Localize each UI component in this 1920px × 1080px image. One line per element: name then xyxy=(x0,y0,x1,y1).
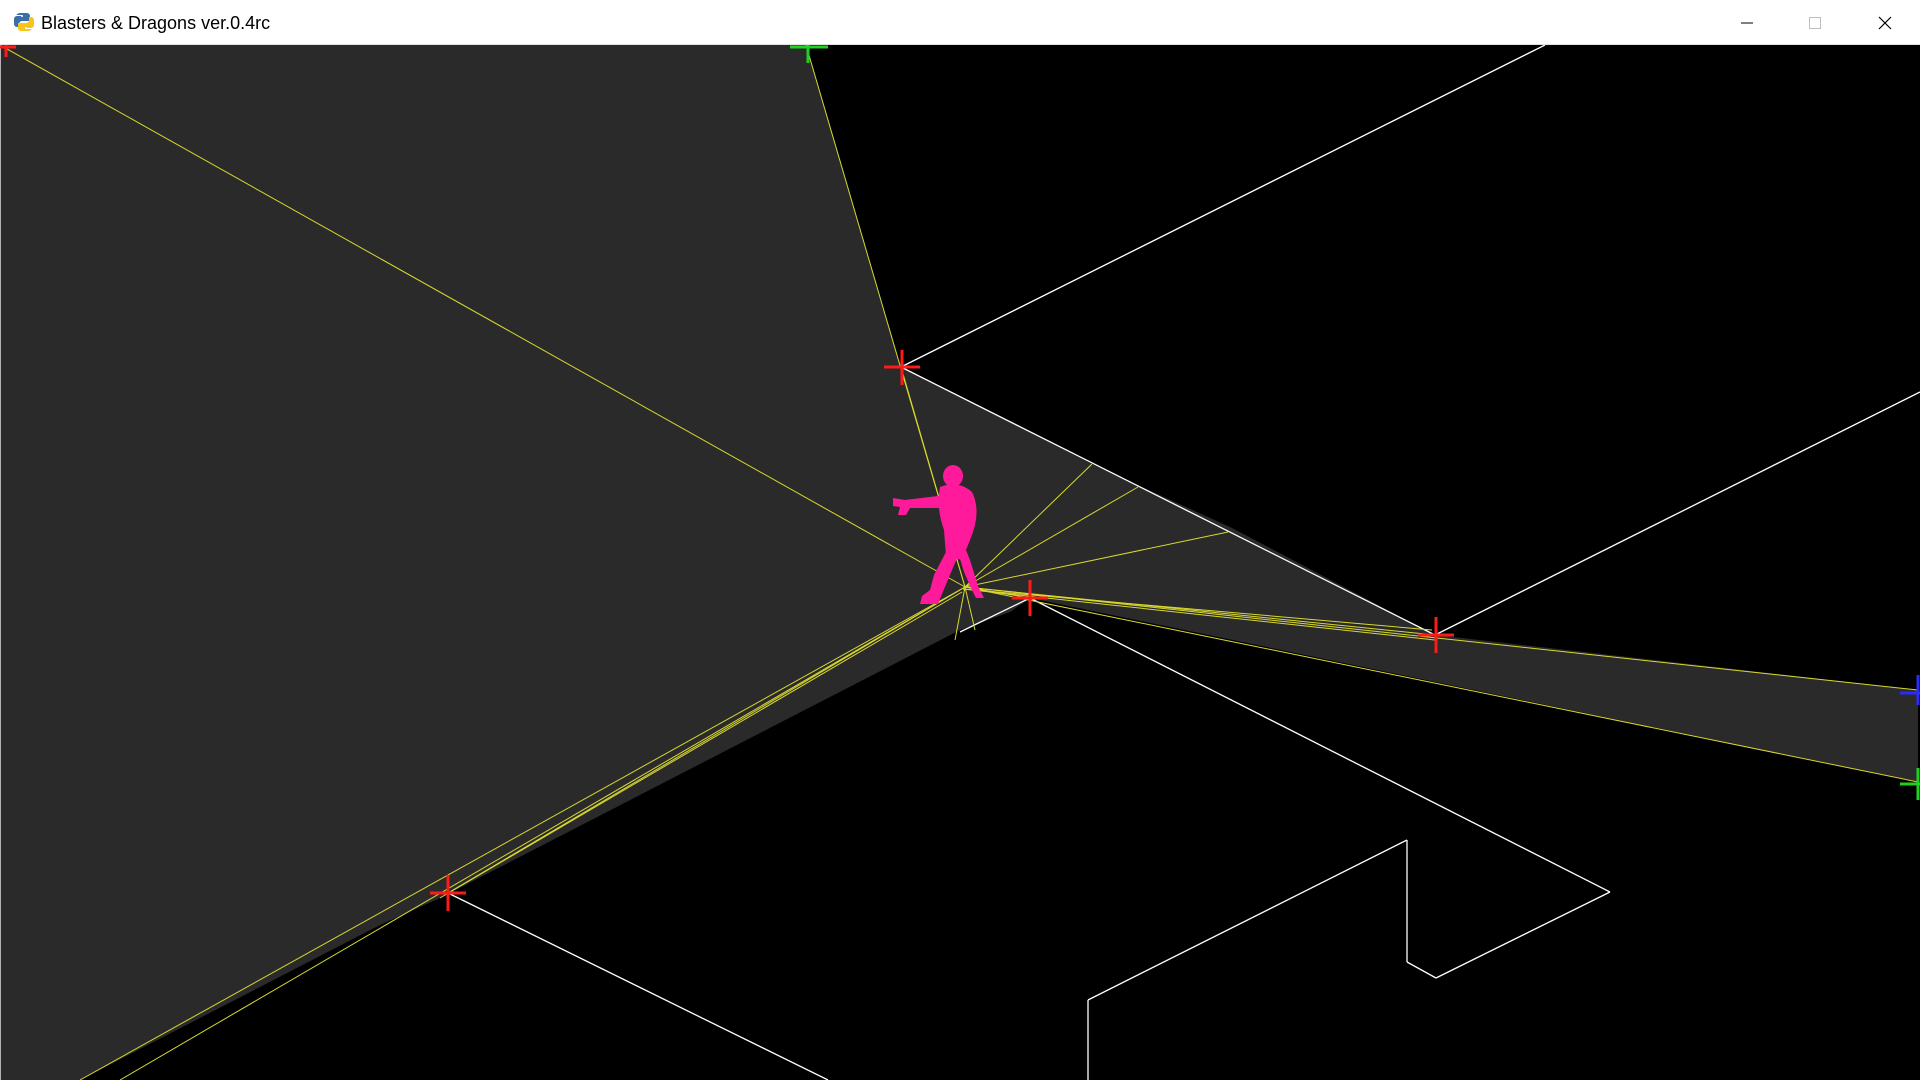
close-icon xyxy=(1878,16,1892,29)
close-button[interactable] xyxy=(1850,0,1920,45)
maximize-icon xyxy=(1809,16,1821,29)
minimize-icon xyxy=(1741,22,1753,23)
title-bar[interactable]: Blasters & Dragons ver.0.4rc xyxy=(0,0,1920,45)
python-snake-icon xyxy=(14,13,34,31)
maximize-button[interactable] xyxy=(1780,0,1850,45)
visibility-area xyxy=(0,45,1918,1080)
game-viewport[interactable] xyxy=(0,45,1920,1080)
game-window: Blasters & Dragons ver.0.4rc xyxy=(0,0,1920,1080)
scene-canvas[interactable] xyxy=(0,45,1920,1080)
window-title: Blasters & Dragons ver.0.4rc xyxy=(41,13,271,33)
minimize-button[interactable] xyxy=(1712,0,1782,45)
